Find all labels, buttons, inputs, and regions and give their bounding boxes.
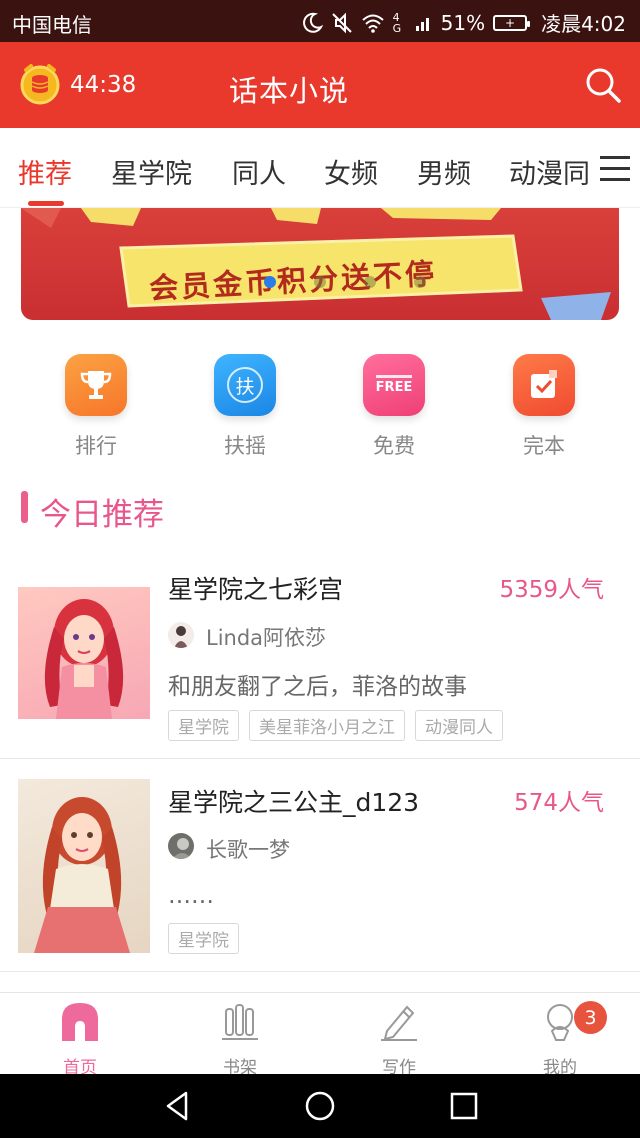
author-avatar[interactable] xyxy=(168,622,194,648)
carousel-dot xyxy=(414,276,426,288)
wifi-icon xyxy=(361,14,384,33)
home-icon xyxy=(62,1003,98,1041)
battery-icon: + xyxy=(493,14,531,31)
book-cover[interactable] xyxy=(18,587,150,719)
book-tag[interactable]: 美星菲洛小月之江 xyxy=(249,710,405,741)
status-time: 凌晨4:02 xyxy=(541,12,626,36)
app-header: 44:38 话本小说 xyxy=(0,42,640,128)
category-tabs: 推荐 星学院 同人 女频 男频 动漫同 xyxy=(0,128,640,208)
book-title[interactable]: 星学院之七彩宫 xyxy=(168,570,343,606)
author-name[interactable]: Linda阿依莎 xyxy=(206,622,326,652)
carousel-dot xyxy=(364,276,376,288)
book-tag[interactable]: 星学院 xyxy=(168,710,239,741)
book-item[interactable]: 星学院之七彩宫 5359人气 Linda阿依莎 和朋友翻了之后，菲洛的故事 星学… xyxy=(0,560,640,758)
author-avatar[interactable] xyxy=(168,833,194,859)
active-tab-indicator xyxy=(28,201,64,206)
trophy-icon xyxy=(65,354,127,416)
section-marker xyxy=(21,491,28,523)
book-tags: 星学院 美星菲洛小月之江 动漫同人 xyxy=(168,710,503,741)
quick-entry-label: 完本 xyxy=(523,434,565,458)
quick-entry-ranking[interactable]: 排行 xyxy=(46,354,146,460)
quick-entry-label: 免费 xyxy=(373,434,415,458)
list-divider xyxy=(0,971,640,972)
signal-icon xyxy=(415,17,429,31)
quick-entry-complete[interactable]: 完本 xyxy=(494,354,594,460)
tab-anime-fanfic[interactable]: 动漫同 xyxy=(509,152,590,191)
quick-entry-free[interactable]: FREE 免费 xyxy=(344,354,444,460)
book-cover[interactable] xyxy=(18,779,150,953)
promo-banner[interactable]: 会员金币积分送不停 xyxy=(21,208,619,320)
moon-icon xyxy=(302,12,323,33)
carousel-dot-active xyxy=(264,276,276,288)
notification-badge: 3 xyxy=(574,1001,607,1034)
battery-percent: 51% xyxy=(440,10,486,35)
quick-entry-label: 排行 xyxy=(75,434,117,458)
app-title: 话本小说 xyxy=(228,74,349,108)
book-tag[interactable]: 动漫同人 xyxy=(415,710,503,741)
home-button-icon[interactable] xyxy=(304,1090,336,1122)
nav-home[interactable]: 首页 xyxy=(35,1001,125,1078)
bookshelf-icon xyxy=(222,1004,258,1040)
nav-bookshelf[interactable]: 书架 xyxy=(195,1001,285,1078)
network-type: 4G xyxy=(392,10,402,35)
tab-recommend[interactable]: 推荐 xyxy=(18,152,72,191)
book-item[interactable]: 星学院之三公主_d123 574人气 长歌一梦 …… 星学院 xyxy=(0,759,640,971)
free-icon: FREE xyxy=(363,354,425,416)
status-icons: 4G 51% + 凌晨4:02 xyxy=(301,8,626,37)
pen-icon xyxy=(381,1005,417,1041)
book-description: …… xyxy=(168,883,214,909)
nav-write[interactable]: 写作 xyxy=(354,1001,444,1078)
complete-icon xyxy=(513,354,575,416)
section-title: 今日推荐 xyxy=(40,497,164,533)
status-bar: 中国电信 4G 51% + 凌晨4:02 xyxy=(0,0,640,42)
book-popularity: 5359人气 xyxy=(499,577,604,603)
menu-icon[interactable] xyxy=(600,156,630,182)
quick-entry-label: 扶摇 xyxy=(224,434,266,458)
quick-entry-fuyao[interactable]: 扶 扶摇 xyxy=(195,354,295,460)
book-tag[interactable]: 星学院 xyxy=(168,923,239,954)
book-title[interactable]: 星学院之三公主_d123 xyxy=(168,783,419,819)
tab-star-academy[interactable]: 星学院 xyxy=(111,152,192,191)
back-icon[interactable] xyxy=(162,1090,194,1122)
carousel-dot xyxy=(314,276,326,288)
system-nav-bar xyxy=(0,1074,640,1138)
book-popularity: 574人气 xyxy=(514,790,604,816)
search-icon[interactable] xyxy=(584,66,622,104)
recents-icon[interactable] xyxy=(448,1090,480,1122)
bottom-nav: 首页 书架 写作 我的 xyxy=(0,992,640,1078)
author-name[interactable]: 长歌一梦 xyxy=(206,834,290,864)
mute-icon xyxy=(331,12,352,33)
book-description: 和朋友翻了之后，菲洛的故事 xyxy=(168,674,467,700)
tab-male[interactable]: 男频 xyxy=(417,152,471,191)
book-tags: 星学院 xyxy=(168,923,239,954)
tab-fanfic[interactable]: 同人 xyxy=(232,152,286,191)
fuyao-icon: 扶 xyxy=(214,354,276,416)
carrier-label: 中国电信 xyxy=(12,13,92,37)
tab-female[interactable]: 女频 xyxy=(324,152,378,191)
